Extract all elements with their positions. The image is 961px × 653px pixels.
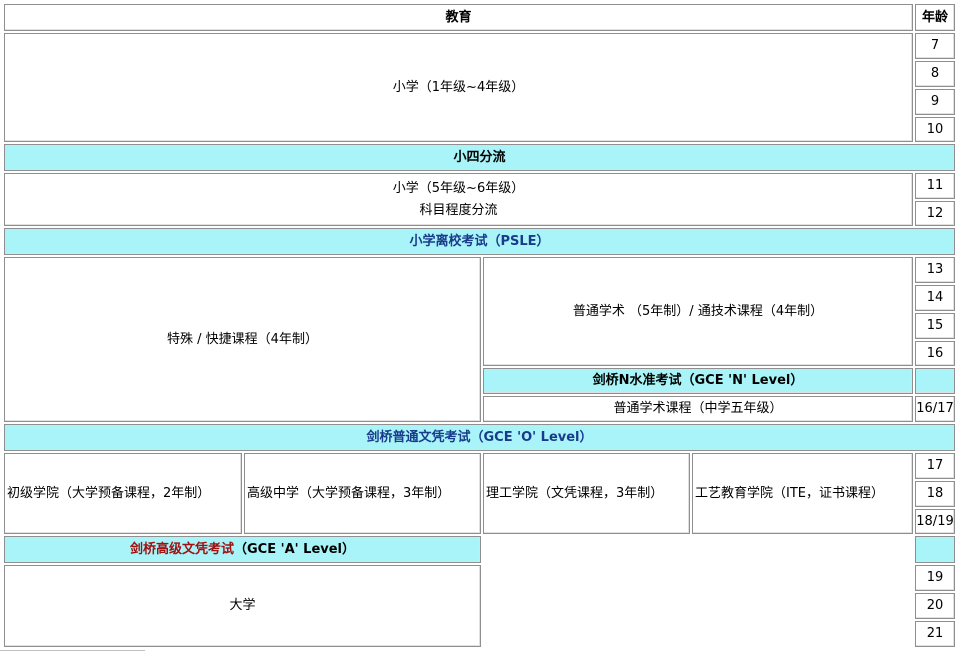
header-education: 教育 <box>4 4 913 31</box>
special-express-label: 特殊 / 快捷课程（4年制） <box>167 331 318 347</box>
age-cell: 10 <box>915 117 955 142</box>
age-cell: 15 <box>915 313 955 339</box>
psle-en: （PSLE） <box>487 233 550 249</box>
psle-cn: 小学离校考试 <box>409 233 488 249</box>
a-level-bar: 剑桥高级文凭考试 （GCE 'A' Level） <box>4 536 481 563</box>
normal-5th-label: 普通学术课程（中学五年级） <box>613 401 783 416</box>
age-cell: 19 <box>915 565 955 591</box>
age-value: 16 <box>926 345 944 361</box>
university-cell: 大学 <box>4 565 481 647</box>
normal-stream-label: 普通学术 （5年制）/ 通技术课程（4年制） <box>572 303 824 319</box>
age-value: 11 <box>926 178 944 193</box>
age-value: 12 <box>926 205 944 221</box>
polytechnic-label: 理工学院（文凭课程，3年制） <box>486 485 664 501</box>
ite-cell: 工艺教育学院（ITE，证书课程） <box>692 453 913 534</box>
age-cell: 12 <box>915 201 955 226</box>
age-cell: 16 <box>915 341 955 366</box>
n-level-age-cell <box>915 368 955 394</box>
age-cell: 21 <box>915 621 955 647</box>
n-level-bar: 剑桥N水准考试 （GCE 'N' Level） <box>483 368 913 394</box>
header-age: 年龄 <box>915 4 955 31</box>
divider <box>0 650 145 651</box>
age-cell: 11 <box>915 173 955 199</box>
ite-label: 工艺教育学院（ITE，证书课程） <box>695 485 884 501</box>
age-cell: 7 <box>915 33 955 59</box>
normal-stream-cell: 普通学术 （5年制）/ 通技术课程（4年制） <box>483 257 913 366</box>
age-value: 16/17 <box>916 401 954 416</box>
primary-1-4-cell: 小学（1年级~4年级） <box>4 33 913 142</box>
age-cell: 18/19 <box>915 509 955 534</box>
primary-5-6-line1: 小学（5年级~6年级） <box>392 180 525 196</box>
n-level-en: （GCE 'N' Level） <box>681 373 804 388</box>
streaming-p4-bar: 小四分流 <box>4 144 955 171</box>
header-education-label: 教育 <box>445 9 472 25</box>
junior-college-cell: 初级学院（大学预备课程，2年制） <box>4 453 242 534</box>
o-level-en: （GCE 'O' Level） <box>470 429 593 445</box>
polytechnic-cell: 理工学院（文凭课程，3年制） <box>483 453 690 534</box>
age-cell: 16/17 <box>915 396 955 422</box>
age-value: 19 <box>926 570 944 585</box>
junior-college-label: 初级学院（大学预备课程，2年制） <box>7 485 211 501</box>
age-cell: 18 <box>915 481 955 507</box>
header-age-label: 年龄 <box>921 9 948 25</box>
age-value: 20 <box>926 598 944 613</box>
streaming-p4-label: 小四分流 <box>453 149 506 165</box>
age-value: 9 <box>930 94 940 109</box>
a-level-cn: 剑桥高级文凭考试 <box>129 541 234 557</box>
age-value: 18 <box>926 486 944 501</box>
o-level-cn: 剑桥普通文凭考试 <box>366 429 471 445</box>
centralised-institute-cell: 高级中学（大学预备课程，3年制） <box>244 453 481 534</box>
primary-5-6-line2: 科目程度分流 <box>419 202 498 218</box>
age-value: 14 <box>926 290 944 305</box>
university-label: 大学 <box>229 598 256 613</box>
age-value: 15 <box>926 318 944 333</box>
age-cell: 8 <box>915 61 955 87</box>
primary-1-4-label: 小学（1年级~4年级） <box>392 79 525 95</box>
primary-5-6-cell: 小学（5年级~6年级） 科目程度分流 <box>4 173 913 226</box>
age-cell: 13 <box>915 257 955 283</box>
age-value: 10 <box>926 121 944 137</box>
age-value: 21 <box>926 626 944 641</box>
o-level-bar: 剑桥普通文凭考试 （GCE 'O' Level） <box>4 424 955 451</box>
age-cell: 9 <box>915 89 955 115</box>
psle-bar: 小学离校考试 （PSLE） <box>4 228 955 255</box>
n-level-cn: 剑桥N水准考试 <box>592 373 682 388</box>
centralised-institute-label: 高级中学（大学预备课程，3年制） <box>247 485 451 501</box>
a-level-en: （GCE 'A' Level） <box>234 541 356 557</box>
a-level-age-cell <box>915 536 955 563</box>
age-value: 18/19 <box>916 513 954 529</box>
age-value: 17 <box>926 458 944 473</box>
normal-5th-cell: 普通学术课程（中学五年级） <box>483 396 913 422</box>
age-cell: 14 <box>915 285 955 311</box>
age-value: 13 <box>926 262 944 277</box>
age-cell: 17 <box>915 453 955 479</box>
special-express-cell: 特殊 / 快捷课程（4年制） <box>4 257 481 422</box>
age-value: 7 <box>930 38 940 53</box>
age-cell: 20 <box>915 593 955 619</box>
age-value: 8 <box>930 66 940 81</box>
